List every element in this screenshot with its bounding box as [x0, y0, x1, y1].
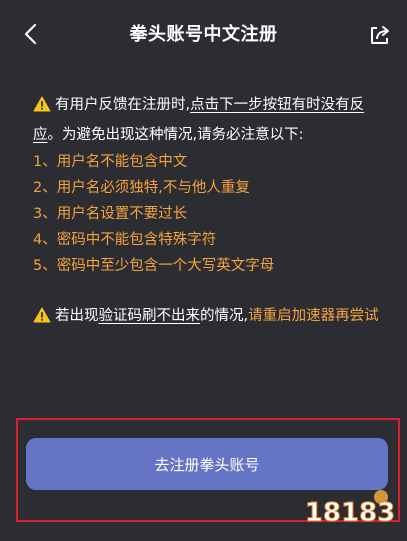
warning-icon [33, 95, 51, 122]
notice-intro: 有用户反馈在注册时,点击下一步按钮有时没有反应。为避免出现这种情况,请务必注意以… [33, 92, 383, 149]
captcha-note-advice: 请重启加速器再尝试 [248, 308, 379, 324]
captcha-note-link: 验证码刷不出来 [98, 308, 201, 324]
registration-notice: 有用户反馈在注册时,点击下一步按钮有时没有反应。为避免出现这种情况,请务必注意以… [33, 92, 383, 333]
svg-text:18183: 18183 [305, 498, 395, 528]
notice-intro-text: 有用户反馈在注册时, [55, 97, 191, 113]
watermark-logo: 18183 [304, 490, 396, 529]
rule-item: 1、用户名不能包含中文 [33, 154, 188, 170]
rule-item: 4、密码中不能包含特殊字符 [33, 232, 217, 248]
share-button[interactable] [365, 20, 395, 50]
register-riot-account-button[interactable]: 去注册拳头账号 [26, 438, 388, 490]
page-title: 拳头账号中文注册 [129, 24, 278, 45]
rule-item: 2、用户名必须独特,不与他人重复 [33, 180, 250, 196]
rule-item: 3、用户名设置不要过长 [33, 206, 188, 222]
rules-list: 1、用户名不能包含中文 2、用户名必须独特,不与他人重复 3、用户名设置不要过长… [33, 149, 383, 279]
captcha-note-text-2: 的情况, [200, 308, 249, 324]
nav-bar: 拳头账号中文注册 [0, 0, 407, 72]
share-icon [371, 26, 389, 44]
warning-icon [33, 306, 51, 333]
notice-intro-text-2: 。为避免出现这种情况,请务必注意以下: [47, 127, 304, 143]
captcha-note-text: 若出现 [55, 308, 99, 324]
captcha-note: 若出现验证码刷不出来的情况,请重启加速器再尝试 [33, 303, 383, 333]
rule-item: 5、密码中至少包含一个大写英文字母 [33, 258, 275, 274]
